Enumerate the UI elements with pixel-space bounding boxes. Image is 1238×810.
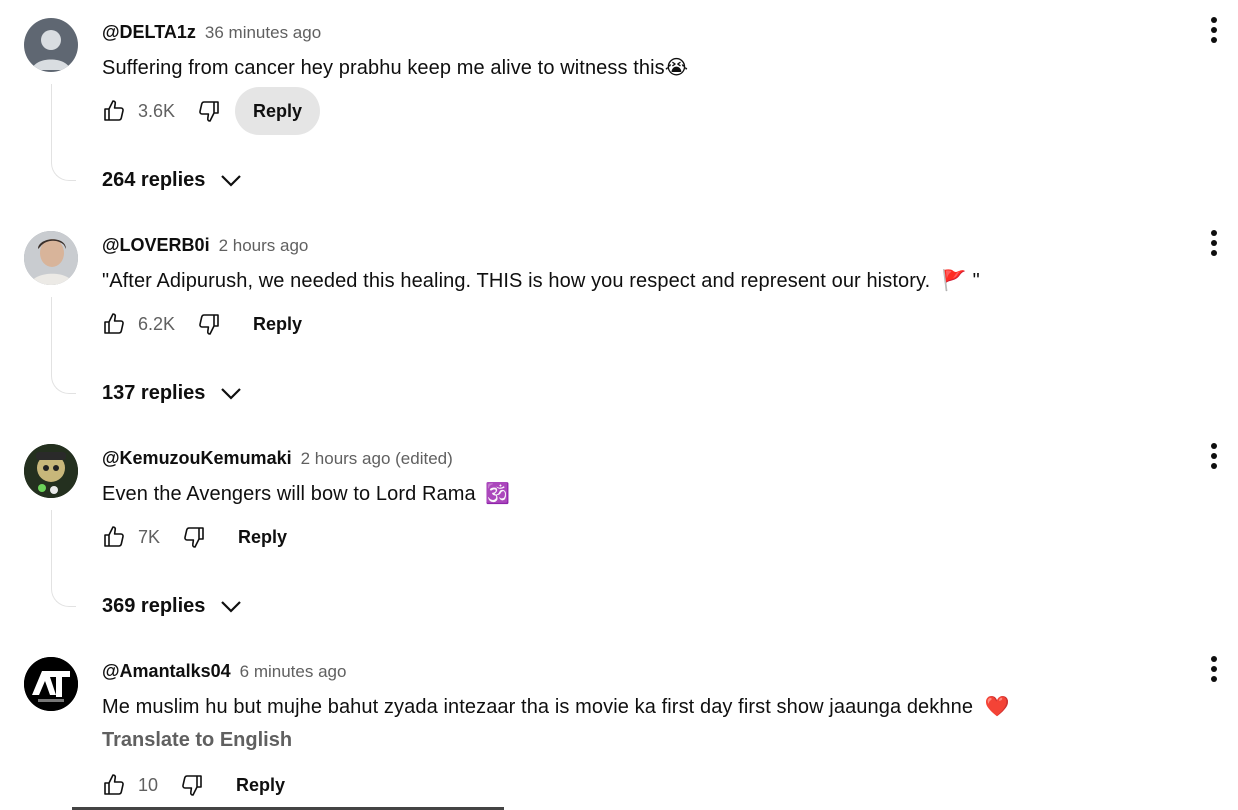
comment-time[interactable]: 36 minutes ago (205, 23, 321, 42)
user-photo-icon (24, 231, 78, 285)
comment-actions: 6.2K Reply (102, 300, 320, 348)
comment-actions: 10 Reply (102, 761, 303, 809)
thumbs-up-icon[interactable] (102, 99, 126, 123)
avatar[interactable] (24, 657, 78, 711)
replies-count: 137 replies (102, 381, 206, 404)
channel-logo-icon (24, 657, 78, 711)
comment-time[interactable]: 6 minutes ago (240, 662, 347, 681)
reply-button[interactable]: Reply (218, 761, 303, 809)
like-count: 7K (138, 526, 161, 547)
translate-button[interactable]: Translate to English (102, 729, 292, 752)
comment-actions: 7K Reply (102, 513, 305, 561)
reply-button[interactable]: Reply (235, 87, 321, 135)
thumbs-up-icon[interactable] (102, 312, 126, 336)
more-vert-icon[interactable] (1204, 654, 1224, 684)
comment-time[interactable]: 2 hours ago (219, 236, 309, 255)
more-vert-icon[interactable] (1204, 441, 1224, 471)
emoji: 😭 (664, 55, 689, 79)
comment-text: "After Adipurush, we needed this healing… (102, 268, 980, 293)
emoji: 🕉️ (485, 481, 511, 505)
replies-count: 369 replies (102, 594, 206, 617)
like-count: 3.6K (138, 100, 176, 121)
view-replies-button[interactable]: 137 replies (102, 381, 243, 405)
thread-line (51, 297, 76, 394)
author-name[interactable]: @DELTA1z (102, 22, 196, 42)
comment-header: @LOVERB0i 2 hours ago (102, 235, 308, 256)
reply-button[interactable]: Reply (235, 300, 320, 348)
thumbs-down-icon[interactable] (197, 312, 221, 336)
comment-header: @DELTA1z 36 minutes ago (102, 22, 321, 43)
like-count: 6.2K (138, 313, 176, 334)
thumbs-up-icon[interactable] (102, 773, 126, 797)
default-user-icon (32, 30, 70, 70)
author-name[interactable]: @KemuzouKemumaki (102, 448, 292, 468)
chevron-down-icon (221, 175, 242, 187)
comment-header: @KemuzouKemumaki 2 hours ago (edited) (102, 448, 453, 469)
comment-text: Suffering from cancer hey prabhu keep me… (102, 55, 688, 80)
comment-text: Even the Avengers will bow to Lord Rama … (102, 481, 510, 506)
thumbs-down-icon[interactable] (197, 99, 221, 123)
thumbs-down-icon[interactable] (180, 773, 204, 797)
more-vert-icon[interactable] (1204, 15, 1224, 45)
comment-text-body: Even the Avengers will bow to Lord Rama (102, 483, 476, 505)
emoji: 🚩 (941, 268, 967, 292)
comment-text-body: Me muslim hu but mujhe bahut zyada intez… (102, 696, 974, 718)
emoji: ❤️ (984, 694, 1010, 718)
author-name[interactable]: @Amantalks04 (102, 661, 231, 681)
thread-line (51, 510, 76, 607)
user-avatar-icon (24, 444, 78, 498)
avatar[interactable] (24, 18, 78, 72)
replies-count: 264 replies (102, 168, 206, 191)
author-name[interactable]: @LOVERB0i (102, 235, 210, 255)
thread-line (51, 84, 76, 181)
comment-text-body: Suffering from cancer hey prabhu keep me… (102, 57, 665, 79)
avatar[interactable] (24, 444, 78, 498)
thumbs-up-icon[interactable] (102, 525, 126, 549)
reply-button[interactable]: Reply (220, 513, 305, 561)
chevron-down-icon (221, 601, 242, 613)
comment-text: Me muslim hu but mujhe bahut zyada intez… (102, 694, 1010, 719)
view-replies-button[interactable]: 369 replies (102, 594, 243, 618)
view-replies-button[interactable]: 264 replies (102, 168, 243, 192)
comment-text-end: " (972, 270, 980, 292)
comment-header: @Amantalks04 6 minutes ago (102, 661, 346, 682)
comment-text-body: "After Adipurush, we needed this healing… (102, 270, 931, 292)
more-vert-icon[interactable] (1204, 228, 1224, 258)
comment-time[interactable]: 2 hours ago (edited) (301, 449, 453, 468)
avatar[interactable] (24, 231, 78, 285)
comment-actions: 3.6K Reply (102, 87, 321, 135)
thumbs-down-icon[interactable] (182, 525, 206, 549)
chevron-down-icon (221, 388, 242, 400)
like-count: 10 (138, 774, 159, 795)
